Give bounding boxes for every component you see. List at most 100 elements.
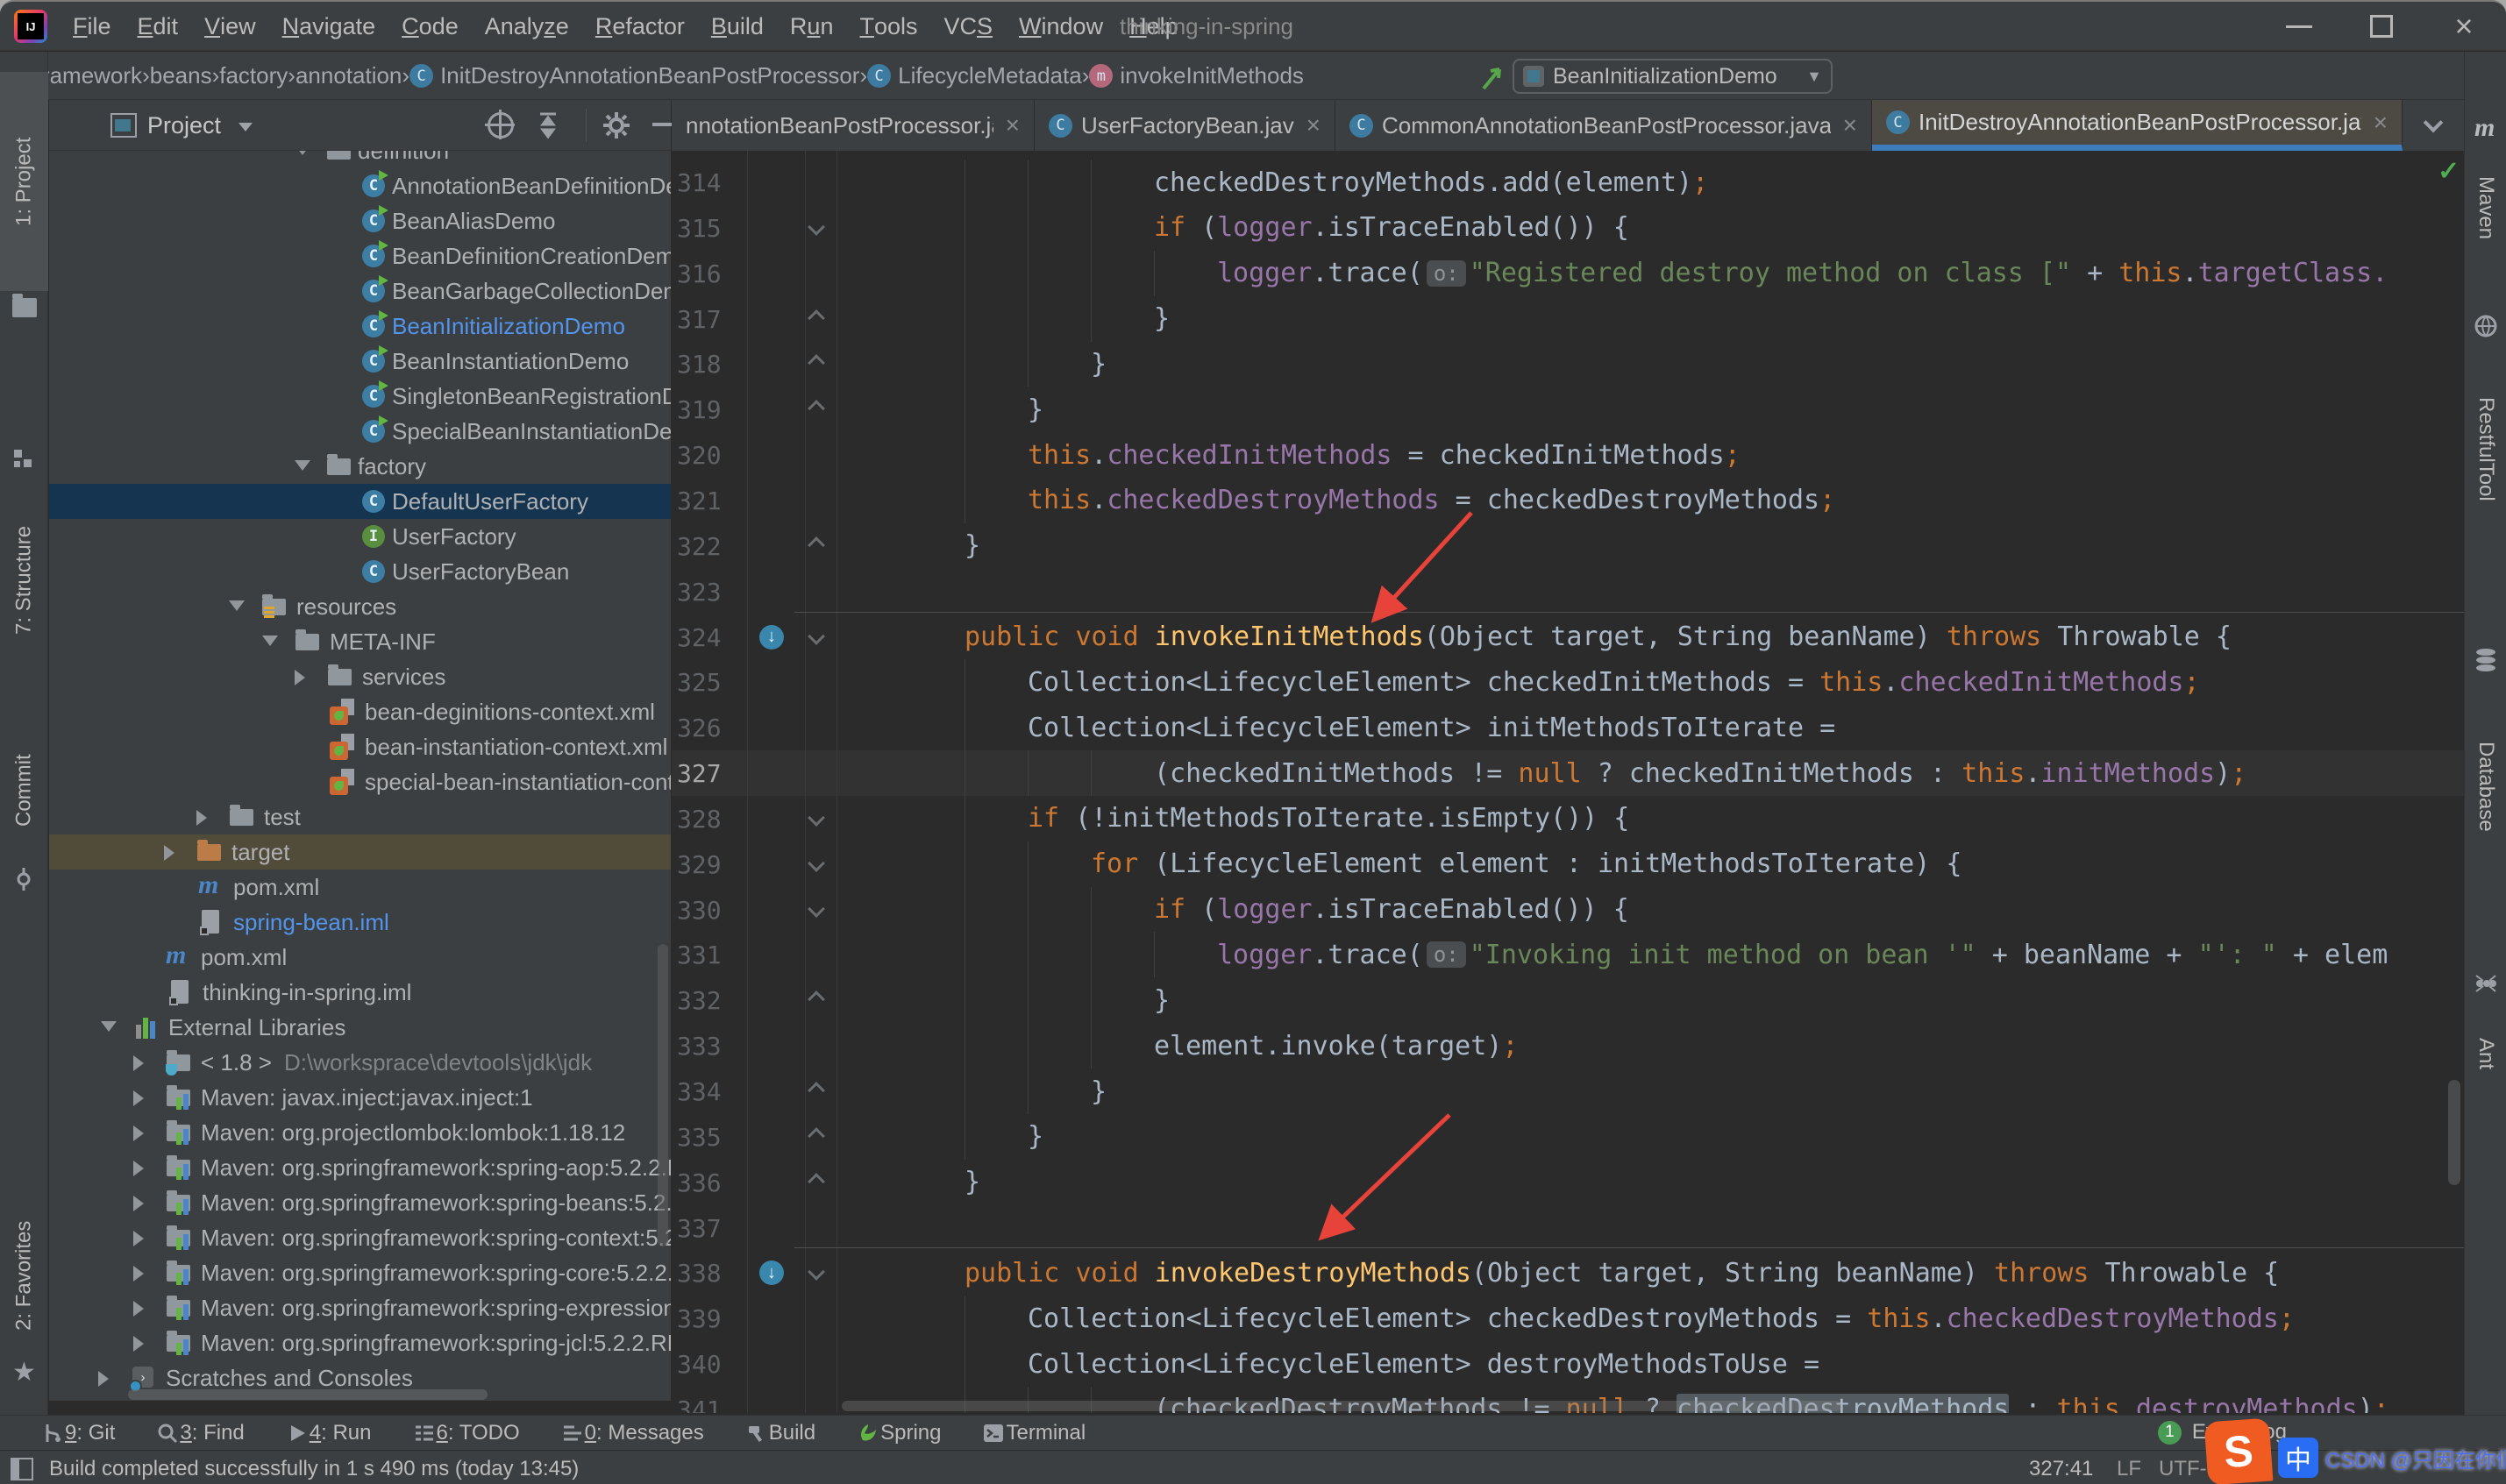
breadcrumb-item[interactable]: beans [150,62,212,89]
tree-row[interactable]: thinking-in-spring.iml [49,975,671,1010]
tree-row[interactable]: Maven: org.springframework:spring-core:5… [49,1255,671,1290]
inspections-ok-icon[interactable]: ✓ [2438,156,2460,187]
locate-file-icon[interactable] [488,112,514,138]
code-line[interactable]: } [842,296,2464,342]
code-line[interactable] [842,569,2464,614]
menu-item-run[interactable]: Run [777,2,847,51]
project-panel-title[interactable]: Project [147,100,221,151]
breadcrumb-item[interactable]: CInitDestroyAnnotationBeanPostProcessor [409,62,859,89]
tree-row[interactable]: Maven: org.springframework:spring-jcl:5.… [49,1325,671,1360]
tree-row[interactable]: CDefaultUserFactory [49,484,671,519]
menu-item-window[interactable]: Window [1006,2,1116,51]
fold-region-end-icon[interactable] [808,309,825,327]
stripe-tab-structure[interactable]: 7: Structure [0,479,48,681]
chevron-collapsed-icon[interactable] [133,1090,144,1106]
code-line[interactable]: Collection<LifecycleElement> destroyMeth… [842,1341,2464,1387]
chevron-collapsed-icon[interactable] [295,670,305,685]
menu-item-file[interactable]: File [60,2,125,51]
fold-region-end-icon[interactable] [808,400,825,417]
tree-row[interactable]: IUserFactory [49,519,671,554]
tab-close-icon[interactable]: × [1306,111,1321,139]
tab-close-icon[interactable]: × [1006,111,1020,139]
menu-item-code[interactable]: Code [388,2,472,51]
tree-row[interactable]: target [49,834,671,870]
toolwindow-button-build[interactable]: Build [744,1421,815,1445]
code-line[interactable]: Collection<LifecycleElement> checkedInit… [842,659,2464,705]
chevron-expanded-icon[interactable] [101,1021,117,1032]
code-line[interactable]: } [842,977,2464,1023]
chevron-collapsed-icon[interactable] [133,1125,144,1141]
fold-region-start-icon[interactable] [808,900,825,918]
code-line[interactable]: } [842,341,2464,387]
menu-item-build[interactable]: Build [698,2,777,51]
code-line[interactable]: checkedDestroyMethods.add(element); [842,160,2464,205]
menu-item-navigate[interactable]: Navigate [269,2,389,51]
fold-region-start-icon[interactable] [808,1263,825,1281]
fold-region-end-icon[interactable] [808,536,825,554]
chevron-collapsed-icon[interactable] [164,845,174,861]
code-line[interactable]: Collection<LifecycleElement> initMethods… [842,705,2464,750]
toolwindow-button-messages[interactable]: 0: Messages [560,1421,704,1445]
code-line[interactable]: } [842,523,2464,569]
chevron-collapsed-icon[interactable] [133,1266,144,1282]
tree-row[interactable]: resources [49,589,671,624]
editor-tab[interactable]: CCommonAnnotationBeanPostProcessor.java× [1335,100,1872,151]
tree-row[interactable]: Maven: org.springframework:spring-expres… [49,1290,671,1325]
override-gutter-icon[interactable]: ↓ [759,625,784,650]
code-line[interactable]: if (!initMethodsToIterate.isEmpty()) { [842,796,2464,841]
line-separator-indicator[interactable]: LF [2117,1451,2141,1484]
tree-row[interactable]: test [49,799,671,834]
menu-item-vcs[interactable]: VCS [931,2,1007,51]
gear-icon[interactable] [602,110,631,140]
tab-close-icon[interactable]: × [2374,109,2388,137]
override-gutter-icon[interactable]: ↓ [759,1260,784,1285]
code-editor[interactable]: 314checkedDestroyMethods.add(element);31… [672,151,2464,1413]
code-line[interactable]: public void invokeDestroyMethods(Object … [842,1250,2464,1296]
code-line[interactable]: this.checkedDestroyMethods = checkedDest… [842,478,2464,523]
toolwindow-button-todo[interactable]: 6: TODO [412,1421,520,1445]
forward-arrow-icon[interactable] [1478,62,1508,92]
tree-row[interactable]: mpom.xml [49,870,671,905]
stripe-tab-maven[interactable]: Maven [2465,146,2506,269]
code-line[interactable]: logger.trace(o:"Invoking init method on … [842,932,2464,977]
project-tree-vertical-scrollbar[interactable] [658,944,668,1246]
code-line[interactable]: if (logger.isTraceEnabled()) { [842,205,2464,251]
tool-window-toggle-icon[interactable] [11,1458,33,1480]
fold-region-end-icon[interactable] [808,1082,825,1099]
tree-row[interactable]: CSpecialBeanInstantiationDemo [49,414,671,449]
stripe-tab-ant[interactable]: Ant [2465,1005,2506,1102]
code-line[interactable]: } [842,1114,2464,1160]
breadcrumb-item[interactable]: factory [219,62,288,89]
menu-item-view[interactable]: View [191,2,269,51]
tree-row[interactable]: mpom.xml [49,940,671,975]
close-button[interactable]: × [2425,2,2502,51]
toolwindow-button-terminal[interactable]: Terminal [981,1421,1086,1445]
tree-row[interactable]: Maven: org.springframework:spring-contex… [49,1220,671,1255]
fold-region-end-icon[interactable] [808,1127,825,1145]
stripe-tab-favorites[interactable]: 2: Favorites [0,1201,48,1350]
tree-row[interactable]: CUserFactoryBean [49,554,671,589]
fold-region-start-icon[interactable] [808,218,825,236]
chevron-collapsed-icon[interactable] [133,1301,144,1317]
tree-row[interactable]: CAnnotationBeanDefinitionDemo [49,168,671,203]
code-line[interactable]: logger.trace(o:"Registered destroy metho… [842,251,2464,296]
chevron-collapsed-icon[interactable] [133,1196,144,1211]
chevron-expanded-icon[interactable] [262,635,278,646]
chevron-collapsed-icon[interactable] [98,1371,109,1387]
tree-row[interactable]: definition [49,151,671,168]
fold-region-end-icon[interactable] [808,1173,825,1190]
chevron-collapsed-icon[interactable] [133,1055,144,1071]
tree-row[interactable]: Maven: javax.inject:javax.inject:1 [49,1080,671,1115]
stripe-tab-restfultool[interactable]: RestfulTool [2465,348,2506,550]
tree-row[interactable]: bean-instantiation-context.xml [49,729,671,764]
tree-row[interactable]: factory [49,449,671,484]
tree-row[interactable]: CBeanAliasDemo [49,203,671,238]
editor-tab[interactable]: CInitDestroyAnnotationBeanPostProcessor.… [1872,100,2403,151]
maximize-button[interactable] [2343,2,2420,51]
breadcrumb-item[interactable]: annotation [295,62,402,89]
tree-row[interactable]: External Libraries [49,1010,671,1045]
code-line[interactable]: } [842,387,2464,432]
tree-row[interactable]: CSingletonBeanRegistrationDemo [49,379,671,414]
toolwindow-button-run[interactable]: 4: Run [285,1421,372,1445]
tree-row[interactable]: CBeanGarbageCollectionDemo [49,273,671,309]
